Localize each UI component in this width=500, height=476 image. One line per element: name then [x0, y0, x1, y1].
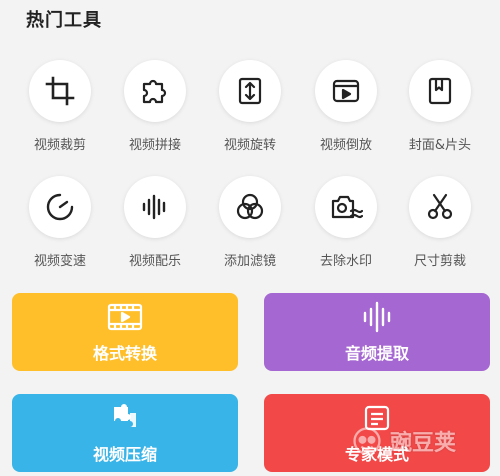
video-compress-card[interactable]: 视频压缩 — [12, 394, 238, 472]
tool-circle[interactable] — [409, 60, 471, 122]
tool-label: 视频拼接 — [128, 138, 181, 153]
reverse-play-icon — [332, 79, 360, 103]
tool-label: 封面&片头 — [408, 138, 472, 153]
tool-label: 视频裁剪 — [33, 138, 86, 153]
pea-pod-icon — [353, 427, 381, 455]
tool-circle[interactable] — [29, 176, 91, 238]
format-convert-card[interactable]: 格式转换 — [12, 293, 238, 371]
tool-circle[interactable] — [409, 176, 471, 238]
tool-circle[interactable] — [124, 176, 186, 238]
tool-video-reverse[interactable]: 视频倒放 — [298, 60, 394, 160]
bookmark-icon — [428, 77, 452, 105]
film-icon — [107, 303, 143, 331]
tool-circle[interactable] — [315, 60, 377, 122]
section-title: 热门工具 — [26, 10, 102, 31]
filter-circles-icon — [236, 193, 264, 220]
crop-icon — [45, 76, 75, 106]
tool-video-rotate[interactable]: 视频旋转 — [202, 60, 298, 160]
tool-circle[interactable] — [124, 60, 186, 122]
expert-mode-card[interactable]: 专家模式 豌豆荚 — [264, 394, 490, 472]
camera-wave-icon — [331, 195, 363, 219]
compress-puzzle-icon — [114, 404, 136, 427]
tool-remove-watermark[interactable]: 去除水印 — [298, 176, 394, 276]
tool-add-filter[interactable]: 添加滤镜 — [202, 176, 298, 276]
tool-video-speed[interactable]: 视频变速 — [12, 176, 108, 276]
tool-label: 添加滤镜 — [223, 254, 276, 269]
tool-circle[interactable] — [315, 176, 377, 238]
tool-label: 去除水印 — [319, 254, 372, 269]
tool-circle[interactable] — [219, 176, 281, 238]
rotate-icon — [238, 77, 262, 105]
sound-bars-icon — [363, 301, 391, 333]
card-label: 视频压缩 — [92, 445, 157, 464]
tool-size-crop[interactable]: 尺寸剪裁 — [392, 176, 488, 276]
card-label: 格式转换 — [92, 344, 157, 363]
watermark: 豌豆荚 — [348, 424, 456, 458]
speedometer-icon — [46, 193, 74, 221]
tool-video-music[interactable]: 视频配乐 — [107, 176, 203, 276]
audio-wave-icon — [142, 194, 166, 220]
scissors-icon — [427, 193, 453, 220]
tool-video-crop[interactable]: 视频裁剪 — [12, 60, 108, 160]
tool-circle[interactable] — [219, 60, 281, 122]
audio-extract-card[interactable]: 音频提取 — [264, 293, 490, 371]
puzzle-icon — [142, 79, 167, 104]
tool-video-join[interactable]: 视频拼接 — [107, 60, 203, 160]
tool-label: 尺寸剪裁 — [413, 254, 466, 269]
tool-circle[interactable] — [29, 60, 91, 122]
tool-cover-intro[interactable]: 封面&片头 — [392, 60, 488, 160]
watermark-text: 豌豆荚 — [389, 431, 456, 456]
tool-label: 视频倒放 — [319, 138, 372, 153]
card-label: 音频提取 — [344, 344, 409, 363]
tool-label: 视频变速 — [33, 254, 86, 269]
tool-label: 视频配乐 — [128, 254, 181, 269]
tool-label: 视频旋转 — [223, 138, 276, 153]
